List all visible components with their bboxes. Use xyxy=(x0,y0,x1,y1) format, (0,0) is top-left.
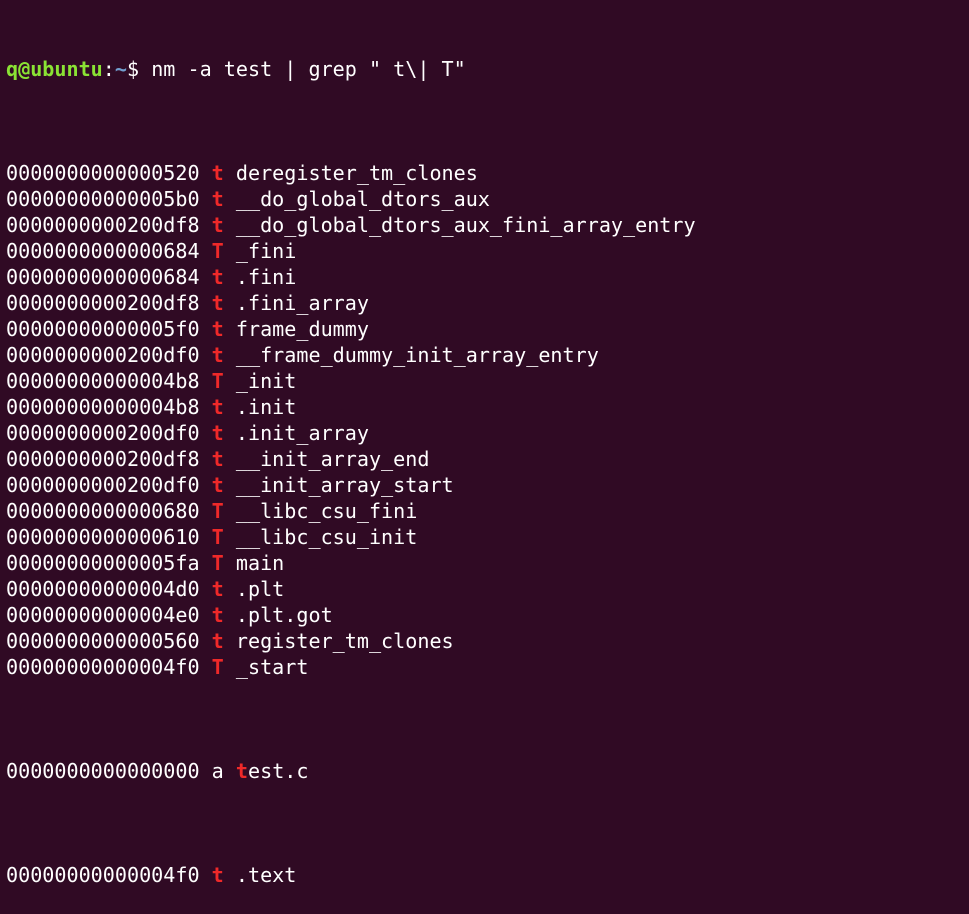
output-line: 00000000000005b0 t __do_global_dtors_aux xyxy=(6,186,969,212)
symbol-address: 0000000000000610 xyxy=(6,525,200,549)
output-line: 0000000000000684 T _fini xyxy=(6,238,969,264)
symbol-address: 0000000000000000 xyxy=(6,759,200,783)
symbol-type: t xyxy=(211,421,224,445)
prompt-user-host: q@ubuntu xyxy=(6,57,103,81)
output-line: 0000000000000560 t register_tm_clones xyxy=(6,628,969,654)
output-line: 0000000000200df8 t __init_array_end xyxy=(6,446,969,472)
symbol-type: t xyxy=(211,187,224,211)
symbol-name: .text xyxy=(235,863,297,887)
symbol-type: t xyxy=(211,577,224,601)
symbol-type: T xyxy=(211,551,224,575)
symbol-type: t xyxy=(211,863,224,887)
symbol-name: .plt xyxy=(235,577,285,601)
output-line: 0000000000200df0 t __frame_dummy_init_ar… xyxy=(6,342,969,368)
symbol-address: 00000000000004b8 xyxy=(6,395,200,419)
symbol-address: 0000000000200df0 xyxy=(6,421,200,445)
symbol-name: .init xyxy=(235,395,297,419)
command-line: q@ubuntu:~$ nm -a test | grep " t\| T" xyxy=(6,56,969,82)
symbol-name: __libc_csu_init xyxy=(235,525,418,549)
symbol-type: t xyxy=(211,473,224,497)
symbol-name: _start xyxy=(235,655,309,679)
symbol-type: t xyxy=(211,161,224,185)
symbol-name: _fini xyxy=(235,239,297,263)
symbol-name: .fini_array xyxy=(235,291,369,315)
prompt-path: ~ xyxy=(114,57,127,81)
symbol-name: main xyxy=(235,551,285,575)
symbol-type: t xyxy=(211,265,224,289)
output-line: 00000000000005fa T main xyxy=(6,550,969,576)
prompt-colon: : xyxy=(102,57,115,81)
symbol-address: 0000000000200df8 xyxy=(6,291,200,315)
symbol-name: .plt.got xyxy=(235,603,333,627)
output-line: 00000000000004f0 T _start xyxy=(6,654,969,680)
symbol-address: 00000000000005fa xyxy=(6,551,200,575)
symbol-name: __do_global_dtors_aux xyxy=(235,187,490,211)
symbol-name: __do_global_dtors_aux_fini_array_entry xyxy=(235,213,696,237)
output-line: 00000000000004b8 T _init xyxy=(6,368,969,394)
output-line: 00000000000004e0 t .plt.got xyxy=(6,602,969,628)
match-highlight: t xyxy=(235,759,248,783)
symbol-type: t xyxy=(211,343,224,367)
output-block: 0000000000000520 t deregister_tm_clones 0… xyxy=(6,160,969,680)
symbol-type: t xyxy=(211,291,224,315)
symbol-address: 0000000000000560 xyxy=(6,629,200,653)
symbol-type: a xyxy=(211,759,224,783)
symbol-name: .fini xyxy=(235,265,297,289)
output-line: 00000000000005f0 t frame_dummy xyxy=(6,316,969,342)
symbol-address: 0000000000200df8 xyxy=(6,213,200,237)
output-line: 00000000000004d0 t .plt xyxy=(6,576,969,602)
symbol-name: .init_array xyxy=(235,421,369,445)
symbol-address: 00000000000005f0 xyxy=(6,317,200,341)
symbol-name: frame_dummy xyxy=(235,317,369,341)
output-line: 0000000000000520 t deregister_tm_clones xyxy=(6,160,969,186)
symbol-address: 00000000000004d0 xyxy=(6,577,200,601)
output-line: 0000000000000684 t .fini xyxy=(6,264,969,290)
symbol-address: 0000000000200df0 xyxy=(6,343,200,367)
symbol-type: t xyxy=(211,213,224,237)
symbol-type: t xyxy=(211,603,224,627)
output-line: 00000000000004f0 t .text xyxy=(6,862,969,888)
symbol-type: t xyxy=(211,629,224,653)
symbol-address: 0000000000000684 xyxy=(6,265,200,289)
prompt-symbol: $ xyxy=(127,57,152,81)
output-line: 0000000000200df0 t .init_array xyxy=(6,420,969,446)
output-line: 0000000000200df8 t __do_global_dtors_aux… xyxy=(6,212,969,238)
symbol-name: register_tm_clones xyxy=(235,629,454,653)
symbol-type: T xyxy=(211,525,224,549)
symbol-name: __frame_dummy_init_array_entry xyxy=(235,343,599,367)
symbol-address: 00000000000005b0 xyxy=(6,187,200,211)
command-text: nm -a test | grep " t\| T" xyxy=(151,57,466,81)
symbol-name: __libc_csu_fini xyxy=(235,499,418,523)
symbol-type: T xyxy=(211,499,224,523)
output-line: 00000000000004b8 t .init xyxy=(6,394,969,420)
symbol-type: t xyxy=(211,395,224,419)
output-line: 0000000000000680 T __libc_csu_fini xyxy=(6,498,969,524)
output-line: 0000000000000610 T __libc_csu_init xyxy=(6,524,969,550)
output-line: 0000000000000000 a test.c xyxy=(6,758,969,784)
symbol-address: 00000000000004f0 xyxy=(6,863,200,887)
symbol-name: _init xyxy=(235,369,297,393)
symbol-address: 0000000000000680 xyxy=(6,499,200,523)
symbol-name: est.c xyxy=(248,759,309,783)
symbol-name: __init_array_start xyxy=(235,473,454,497)
symbol-address: 0000000000200df8 xyxy=(6,447,200,471)
symbol-type: T xyxy=(211,655,224,679)
symbol-address: 0000000000000520 xyxy=(6,161,200,185)
symbol-name: deregister_tm_clones xyxy=(235,161,478,185)
output-line: 0000000000200df8 t .fini_array xyxy=(6,290,969,316)
symbol-address: 00000000000004e0 xyxy=(6,603,200,627)
symbol-address: 00000000000004b8 xyxy=(6,369,200,393)
symbol-address: 0000000000000684 xyxy=(6,239,200,263)
symbol-type: T xyxy=(211,369,224,393)
symbol-address: 0000000000200df0 xyxy=(6,473,200,497)
symbol-type: t xyxy=(211,317,224,341)
symbol-address: 00000000000004f0 xyxy=(6,655,200,679)
symbol-type: T xyxy=(211,239,224,263)
symbol-name: __init_array_end xyxy=(235,447,430,471)
output-line: 0000000000200df0 t __init_array_start xyxy=(6,472,969,498)
terminal-window[interactable]: q@ubuntu:~$ nm -a test | grep " t\| T" 0… xyxy=(0,0,969,887)
symbol-type: t xyxy=(211,447,224,471)
